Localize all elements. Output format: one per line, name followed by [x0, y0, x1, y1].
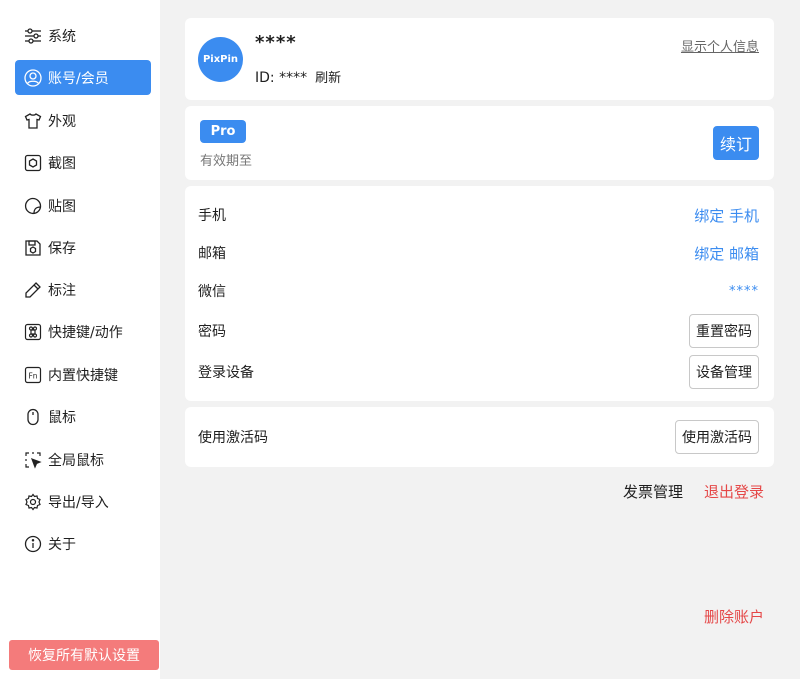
refresh-link[interactable]: 刷新 [315, 67, 341, 86]
expire-label: 有效期至 [200, 154, 253, 169]
mouse-icon [23, 407, 43, 427]
sidebar-item-label: 标注 [48, 282, 76, 299]
sidebar-item-label: 账号/会员 [48, 70, 109, 87]
sidebar-item-account[interactable]: 账号/会员 [15, 60, 151, 95]
use-activation-code-button[interactable]: 使用激活码 [675, 420, 759, 454]
sidebar-item-label: 内置快捷键 [48, 367, 118, 384]
activation-card: 使用激活码 使用激活码 [185, 407, 774, 467]
device-management-button[interactable]: 设备管理 [689, 355, 759, 389]
cursor-select-icon [23, 450, 43, 470]
sidebar-item-label: 系统 [48, 28, 76, 45]
sidebar-item-label: 鼠标 [48, 409, 76, 426]
sidebar-item-system[interactable]: 系统 [15, 18, 151, 53]
sidebar-item-about[interactable]: 关于 [15, 526, 151, 561]
pro-badge: Pro [200, 120, 246, 143]
screenshot-icon [23, 153, 43, 173]
bind-phone-link[interactable]: 绑定 手机 [694, 205, 759, 226]
profile-card: PixPin **** ID: **** 刷新 显示个人信息 [185, 18, 774, 100]
sticker-icon [23, 196, 43, 216]
user-id-line: ID: **** 刷新 [255, 67, 341, 86]
sliders-icon [23, 26, 43, 46]
sidebar-item-screenshot[interactable]: 截图 [15, 145, 151, 180]
password-row: 密码 重置密码 [185, 313, 774, 349]
sidebar-item-export-import[interactable]: 导出/导入 [15, 484, 151, 519]
sidebar-item-label: 贴图 [48, 198, 76, 215]
sidebar-item-label: 保存 [48, 240, 76, 257]
phone-label: 手机 [198, 208, 226, 224]
save-icon [23, 238, 43, 258]
fn-key-icon: Fn [23, 365, 43, 385]
renew-button[interactable]: 续订 [713, 126, 759, 160]
email-label: 邮箱 [198, 246, 226, 262]
bindings-card: 手机 绑定 手机 邮箱 绑定 邮箱 微信 **** 密码 重置密码 登录设备 设… [185, 186, 774, 401]
sidebar-item-shortcuts[interactable]: 快捷键/动作 [15, 314, 151, 349]
logout-link[interactable]: 退出登录 [704, 481, 764, 502]
tshirt-icon [23, 111, 43, 131]
sidebar: 系统 账号/会员 外观 截图 贴图 保存 标注 快捷键/动作 Fn 内置快捷键 … [0, 0, 160, 679]
gear-icon [23, 492, 43, 512]
activation-label: 使用激活码 [198, 430, 268, 446]
sidebar-item-label: 快捷键/动作 [48, 324, 123, 341]
delete-account-link[interactable]: 删除账户 [704, 606, 764, 627]
password-label: 密码 [198, 324, 226, 340]
sidebar-item-label: 全局鼠标 [48, 452, 104, 469]
sidebar-item-global-mouse[interactable]: 全局鼠标 [15, 442, 151, 477]
devices-label: 登录设备 [198, 365, 254, 381]
sidebar-item-save[interactable]: 保存 [15, 230, 151, 265]
sidebar-item-label: 关于 [48, 536, 76, 553]
wechat-label: 微信 [198, 284, 226, 300]
svg-text:Fn: Fn [28, 371, 37, 380]
bind-email-link[interactable]: 绑定 邮箱 [694, 243, 759, 264]
avatar: PixPin [198, 37, 243, 82]
wechat-value: **** [729, 283, 759, 299]
sidebar-item-label: 截图 [48, 155, 76, 172]
email-row: 邮箱 绑定 邮箱 [185, 235, 774, 271]
activation-row: 使用激活码 使用激活码 [185, 419, 774, 455]
username: **** [255, 32, 297, 53]
wechat-row: 微信 **** [185, 273, 774, 309]
info-icon [23, 534, 43, 554]
reset-defaults-button[interactable]: 恢复所有默认设置 [9, 640, 159, 670]
pencil-icon [23, 280, 43, 300]
sidebar-item-annotate[interactable]: 标注 [15, 272, 151, 307]
sidebar-item-appearance[interactable]: 外观 [15, 103, 151, 138]
sidebar-item-label: 导出/导入 [48, 494, 109, 511]
user-id: ID: **** [255, 70, 308, 86]
sidebar-item-label: 外观 [48, 113, 76, 130]
plan-card: Pro 有效期至 续订 [185, 106, 774, 180]
sidebar-item-sticker[interactable]: 贴图 [15, 188, 151, 223]
reset-password-button[interactable]: 重置密码 [689, 314, 759, 348]
user-circle-icon [23, 68, 43, 88]
invoice-management-link[interactable]: 发票管理 [623, 481, 683, 502]
show-personal-info-link[interactable]: 显示个人信息 [681, 36, 759, 55]
devices-row: 登录设备 设备管理 [185, 354, 774, 390]
sidebar-item-builtin-shortcuts[interactable]: Fn 内置快捷键 [15, 357, 151, 392]
sidebar-item-mouse[interactable]: 鼠标 [15, 399, 151, 434]
command-key-icon [23, 322, 43, 342]
phone-row: 手机 绑定 手机 [185, 197, 774, 233]
